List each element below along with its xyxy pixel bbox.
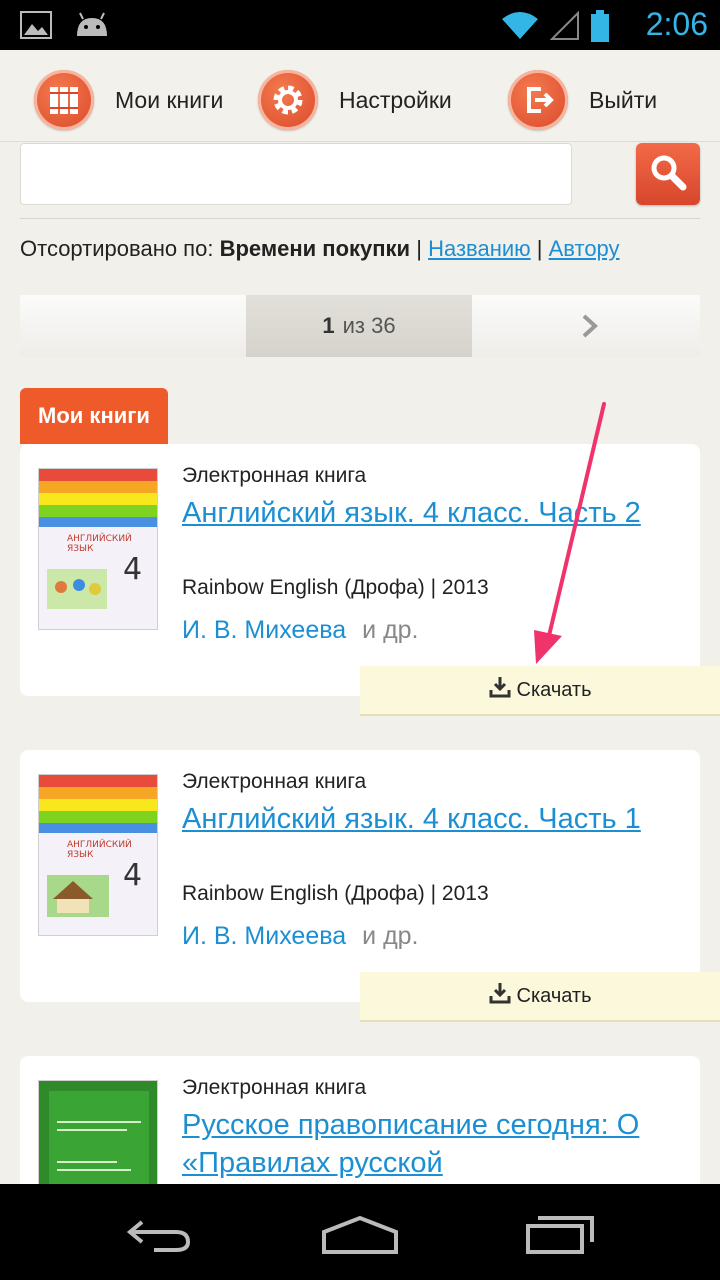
- book-cover[interactable]: АНГЛИЙСКИЙ ЯЗЫК 4: [38, 468, 158, 630]
- my-books-tab[interactable]: Мои книги: [20, 388, 168, 444]
- sort-by-author-link[interactable]: Автору: [549, 236, 620, 261]
- book-kind: Электронная книга: [182, 464, 367, 487]
- sort-separator: |: [416, 236, 422, 261]
- sort-by-title-link[interactable]: Названию: [428, 236, 531, 261]
- download-button[interactable]: Скачать: [360, 666, 720, 716]
- author-link[interactable]: И. В. Михеева: [182, 922, 346, 950]
- nav-logout-label: Выйти: [589, 86, 658, 113]
- search-button[interactable]: [636, 143, 700, 205]
- svg-text:АНГЛИЙСКИЙ: АНГЛИЙСКИЙ: [67, 838, 132, 850]
- book-title-link[interactable]: Английский язык. 4 класс. Часть 2: [182, 494, 692, 532]
- download-label: Скачать: [516, 678, 592, 701]
- logout-icon: [508, 70, 568, 130]
- download-icon: [489, 982, 517, 1010]
- nav-settings-label: Настройки: [339, 86, 452, 113]
- svg-text:АНГЛИЙСКИЙ: АНГЛИЙСКИЙ: [67, 532, 132, 544]
- book-card: Электронная книга Русское правописание с…: [20, 1056, 700, 1196]
- chevron-right-icon: [580, 314, 600, 343]
- book-cover[interactable]: АНГЛИЙСКИЙ ЯЗЫК 4: [38, 774, 158, 936]
- android-icon: [74, 10, 110, 45]
- wifi-icon: [500, 11, 540, 46]
- home-button[interactable]: [322, 1214, 398, 1259]
- book-meta: Rainbow English (Дрофа) | 2013: [182, 576, 489, 599]
- page-indicator: 1 из 36: [246, 295, 472, 357]
- svg-text:ЯЗЫК: ЯЗЫК: [67, 850, 94, 860]
- recents-button[interactable]: [526, 1214, 596, 1259]
- book-cover[interactable]: [38, 1080, 158, 1196]
- book-kind: Электронная книга: [182, 770, 367, 793]
- svg-text:4: 4: [123, 858, 142, 893]
- download-label: Скачать: [516, 984, 592, 1007]
- download-button[interactable]: Скачать: [360, 972, 720, 1022]
- recents-icon: [526, 1216, 596, 1258]
- search-input[interactable]: [20, 143, 572, 205]
- back-button[interactable]: [124, 1214, 194, 1259]
- signal-icon: [549, 10, 580, 46]
- book-title-link[interactable]: Английский язык. 4 класс. Часть 1: [182, 800, 692, 838]
- current-page: 1: [322, 313, 335, 338]
- svg-text:ЯЗЫК: ЯЗЫК: [67, 544, 94, 554]
- nav-my-books[interactable]: Мои книги: [34, 70, 223, 130]
- status-bar: 2:06: [0, 0, 720, 50]
- download-icon: [489, 676, 517, 704]
- gear-icon: [258, 70, 318, 130]
- clock: 2:06: [645, 6, 708, 42]
- book-card: АНГЛИЙСКИЙ ЯЗЫК 4 Электронная книга Англ…: [20, 750, 700, 1002]
- back-icon: [124, 1220, 194, 1258]
- author-more: и др.: [362, 616, 419, 644]
- nav-my-books-label: Мои книги: [115, 86, 224, 113]
- page-total: из 36: [342, 313, 396, 338]
- book-kind: Электронная книга: [182, 1076, 367, 1099]
- nav-settings[interactable]: Настройки: [258, 70, 452, 130]
- sort-bar: Отсортировано по: Времени покупки | Назв…: [20, 236, 620, 262]
- svg-text:4: 4: [123, 552, 142, 587]
- sort-prefix: Отсортировано по:: [20, 236, 214, 261]
- pagination: 1 из 36: [20, 295, 700, 357]
- top-nav: Мои книги Настройки Выйти: [0, 52, 720, 142]
- battery-icon: [590, 10, 610, 47]
- system-nav-bar: [0, 1184, 720, 1280]
- home-icon: [322, 1215, 398, 1258]
- sort-current: Времени покупки: [219, 236, 411, 261]
- book-title-link[interactable]: Русское правописание сегодня: О «Правила…: [182, 1106, 692, 1182]
- divider: [20, 218, 700, 219]
- book-meta: Rainbow English (Дрофа) | 2013: [182, 882, 489, 905]
- author-more: и др.: [362, 922, 419, 950]
- book-author: И. В. Михеева и др.: [182, 616, 419, 645]
- book-card: АНГЛИЙСКИЙ ЯЗЫК 4 Электронная книга Англ…: [20, 444, 700, 696]
- books-icon: [34, 70, 94, 130]
- next-page-button[interactable]: [580, 313, 600, 344]
- sort-separator: |: [536, 236, 543, 261]
- search-icon: [648, 152, 688, 197]
- author-link[interactable]: И. В. Михеева: [182, 616, 346, 644]
- nav-logout[interactable]: Выйти: [508, 70, 657, 130]
- book-author: И. В. Михеева и др.: [182, 922, 419, 951]
- gallery-icon: [20, 10, 52, 45]
